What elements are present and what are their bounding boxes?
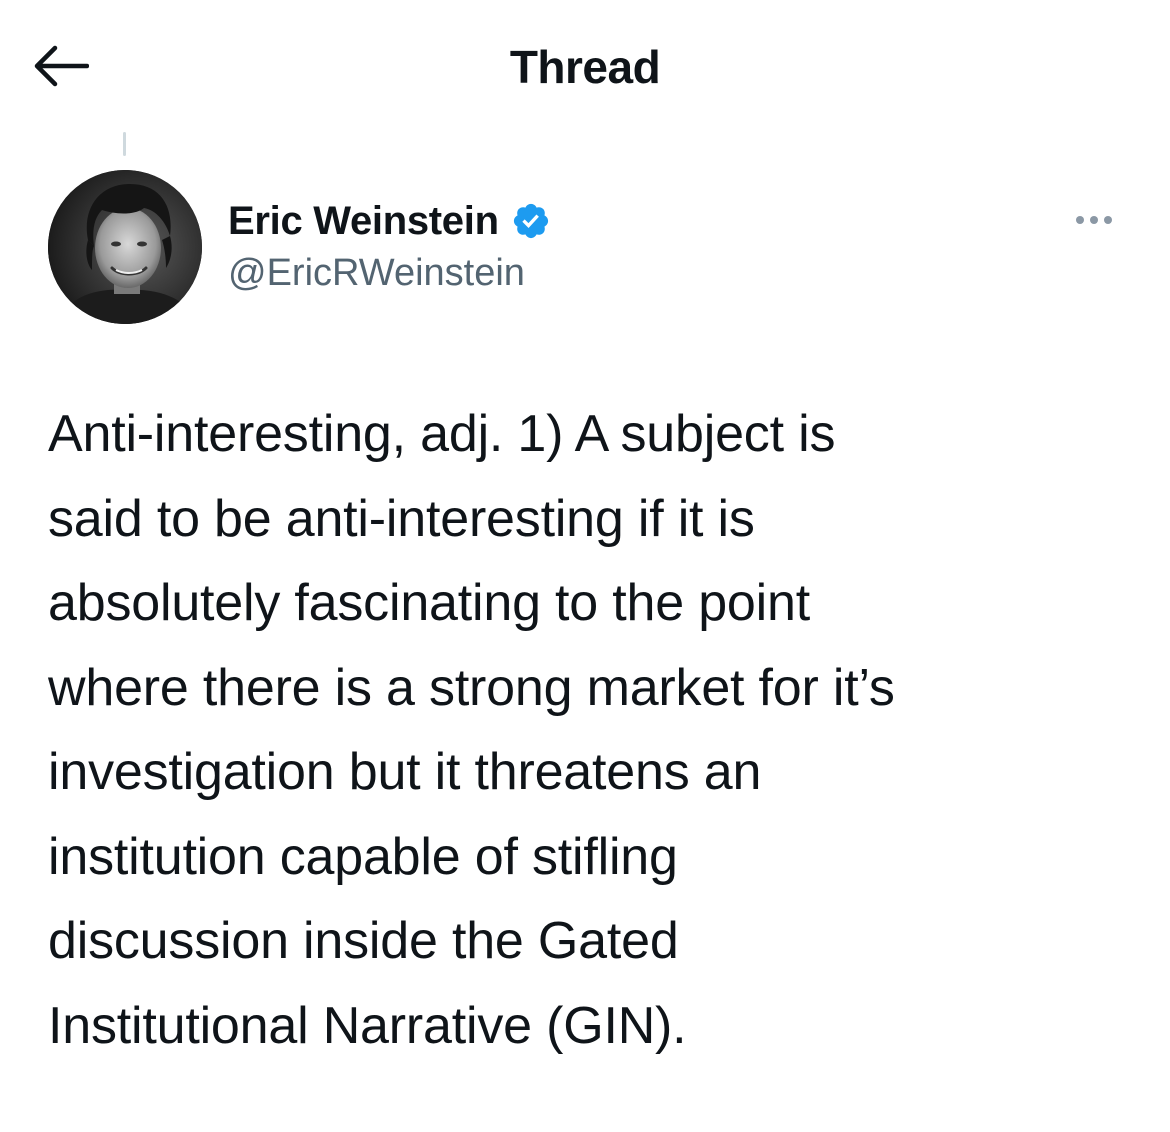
avatar[interactable]: [48, 170, 202, 324]
thread-connector-line: [123, 132, 126, 156]
more-dot: [1104, 216, 1112, 224]
display-name[interactable]: Eric Weinstein: [228, 199, 499, 244]
more-options-button[interactable]: [1064, 200, 1124, 240]
header-bar: Thread: [0, 0, 1170, 130]
more-horizontal-icon: [1076, 216, 1084, 224]
tweet-text-line: investigation but it threatens an: [48, 743, 762, 801]
tweet-text-line: Institutional Narrative (GIN).: [48, 996, 687, 1055]
tweet-text-line: Anti-interesting, adj. 1) A subject is: [48, 405, 836, 463]
avatar-photo: [48, 170, 202, 324]
tweet-text: Anti-interesting, adj. 1) A subject is s…: [48, 392, 1138, 1068]
user-handle[interactable]: @EricRWeinstein: [228, 252, 525, 295]
author-name-row[interactable]: Eric Weinstein: [228, 196, 551, 246]
tweet-text-line: absolutely fascinating to the point: [48, 574, 810, 632]
tweet-text-line: where there is a strong market for it’s: [48, 658, 895, 717]
page-title: Thread: [509, 41, 661, 93]
tweet-text-line: said to be anti-interesting if it is: [48, 489, 755, 548]
tweet-text-line: discussion inside the Gated: [48, 912, 679, 970]
verified-badge-icon: [511, 201, 551, 241]
tweet-text-line: institution capable of stifling: [48, 827, 678, 886]
more-dot: [1090, 216, 1098, 224]
